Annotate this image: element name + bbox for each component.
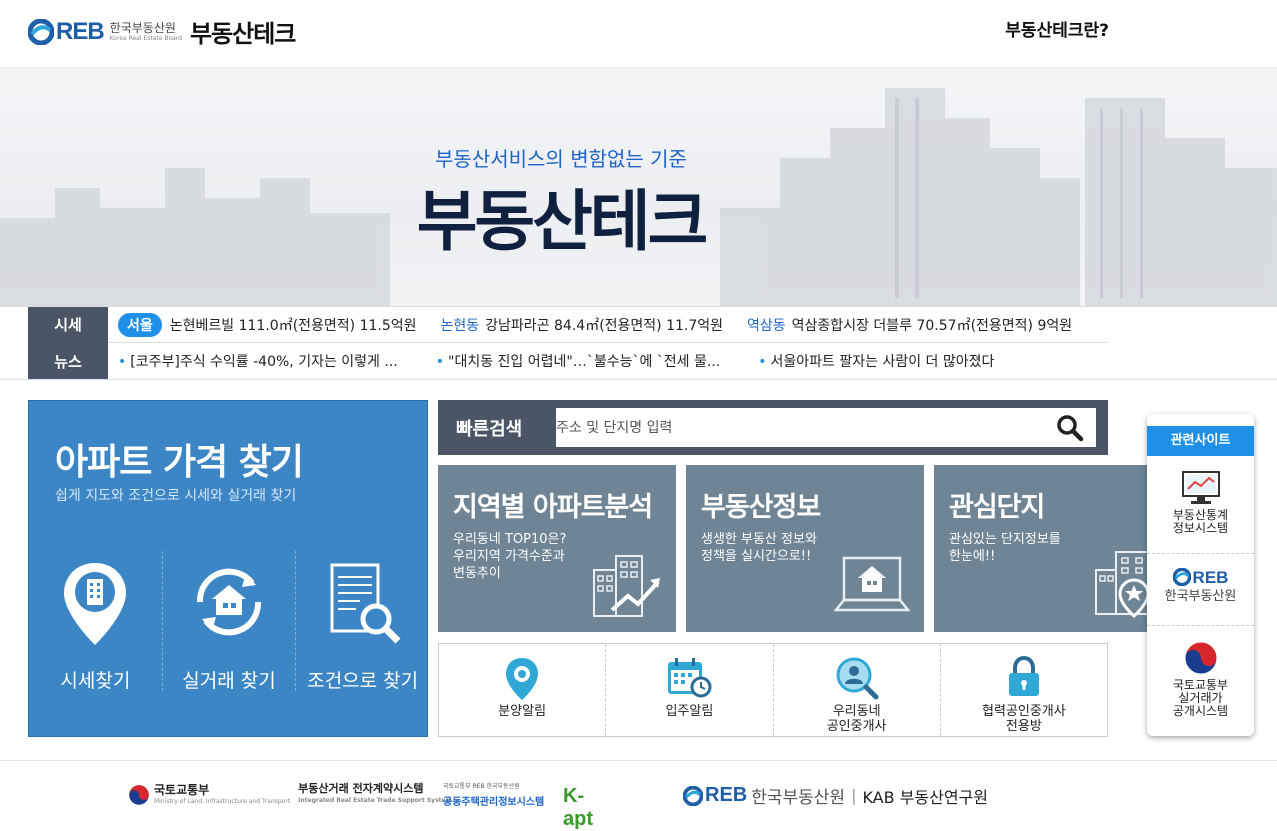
- related-site-label: 한국부동산원: [1164, 589, 1237, 604]
- monitor-chart-icon: [1181, 471, 1220, 504]
- interest-complex-card[interactable]: 관심단지 관심있는 단지정보를 한눈에!!: [934, 465, 1172, 632]
- card-title: 관심단지: [949, 492, 1045, 523]
- e-contract-name: 부동산거래 전자계약시스템: [298, 782, 424, 795]
- card-description: 생생한 부동산 정보와 정책을 실시간으로!!: [701, 532, 817, 564]
- calendar-clock-icon: [668, 658, 712, 698]
- real-estate-info-card[interactable]: 부동산정보 생생한 부동산 정보와 정책을 실시간으로!!: [686, 465, 924, 632]
- reb-logo-icon: [1172, 568, 1191, 586]
- footer-reb-text: REB: [705, 784, 748, 806]
- about-link[interactable]: 부동산테크란?: [1005, 16, 1109, 41]
- price-region: 역삼동: [747, 317, 786, 334]
- quick-search-input[interactable]: [556, 408, 1096, 447]
- location-pin-icon: [506, 658, 539, 700]
- site-header: REB 한국부동산원 Korea Real Estate Board 부동산테크…: [0, 0, 1277, 68]
- footer: 국토교통부 Ministry of Land, Infrastructure a…: [0, 760, 1277, 830]
- reb-logo-icon: [28, 18, 54, 45]
- lock-icon: [1008, 656, 1039, 696]
- local-agent-label: 우리동네 공인중개사: [826, 704, 887, 734]
- quick-search-bar: 빠른검색: [438, 400, 1108, 455]
- price-ticker: 시세 서울 논현베르빌 111.0㎡(전용면적) 11.5억원 논현동 강남파라…: [28, 306, 1108, 343]
- site-logo[interactable]: REB 한국부동산원 Korea Real Estate Board 부동산테크: [28, 14, 296, 49]
- hero-banner: 부동산서비스의 변함없는 기준 부동산테크: [0, 68, 1277, 306]
- apartment-price-panel: 아파트 가격 찾기 쉽게 지도와 조건으로 시세와 실거래 찾기 시세찾기 실거…: [28, 400, 428, 737]
- hero-title: 부동산테크: [416, 183, 709, 260]
- molit-name: 국토교통부: [154, 783, 210, 797]
- laptop-house-icon: [834, 556, 910, 612]
- refresh-house-icon: [196, 568, 262, 636]
- brand-name: 부동산테크: [189, 20, 296, 48]
- transaction-search-label: 실거래 찾기: [182, 670, 276, 692]
- apt-panel-title: 아파트 가격 찾기: [55, 442, 304, 483]
- quick-search-label: 빠른검색: [456, 419, 523, 440]
- logo-kor-text: 한국부동산원: [109, 20, 176, 35]
- search-icon[interactable]: [1056, 414, 1084, 442]
- person-search-icon: [836, 657, 879, 700]
- footer-separator: |: [851, 786, 857, 805]
- news-item[interactable]: 서울아파트 팔자는 사람이 더 많아졌다: [758, 351, 995, 371]
- region-pill-seoul[interactable]: 서울: [118, 312, 162, 337]
- regional-apt-analysis-card[interactable]: 지역별 아파트분석 우리동네 TOP10은? 우리지역 가격수준과 변동추이: [438, 465, 676, 632]
- price-region: 논현동: [440, 317, 480, 334]
- apt-search-options: 시세찾기 실거래 찾기 조건으로 찾기: [29, 551, 429, 692]
- news-item[interactable]: [코주부]주식 수익률 -40%, 기자는 이렇게 ...: [118, 351, 397, 371]
- related-sites-panel: 관련사이트 부동산통계 정보시스템 REB 한국부동산원 국토교통부 실거래가 …: [1147, 414, 1254, 736]
- kapt-system-name: 공동주택관리정보시스템: [443, 797, 545, 808]
- condition-search-label: 조건으로 찾기: [307, 670, 419, 692]
- news-ticker: 뉴스 [코주부]주식 수익률 -40%, 기자는 이렇게 ... "대치동 진입…: [28, 343, 1108, 379]
- taegeuk-emblem-icon: [1184, 641, 1217, 675]
- price-ticker-label: 시세: [28, 306, 108, 343]
- logo-org-name: 한국부동산원 Korea Real Estate Board: [110, 22, 182, 42]
- kapt-orgs: 국토교통부 REB 한국부동산원: [443, 783, 520, 790]
- apt-panel-subtitle: 쉽게 지도와 조건으로 시세와 실거래 찾기: [55, 488, 297, 504]
- presale-alert-label: 분양알림: [498, 704, 547, 719]
- footer-reb-kor: 한국부동산원: [751, 788, 846, 808]
- ticker-area: 시세 서울 논현베르빌 111.0㎡(전용면적) 11.5억원 논현동 강남파라…: [0, 306, 1277, 380]
- news-ticker-content: [코주부]주식 수익률 -40%, 기자는 이렇게 ... "대치동 진입 어렵…: [118, 351, 1032, 371]
- molit-eng: Ministry of Land, Infrastructure and Tra…: [154, 798, 291, 805]
- logo-eng-text: Korea Real Estate Board: [109, 34, 182, 42]
- price-search-button[interactable]: 시세찾기: [29, 551, 162, 692]
- reb-kab-link[interactable]: REB 한국부동산원 | KAB 부동산연구원: [683, 783, 988, 808]
- taegeuk-emblem-icon: [129, 785, 149, 805]
- related-site-label: 부동산통계 정보시스템: [1172, 508, 1229, 535]
- related-site-label: 국토교통부 실거래가 공개시스템: [1172, 678, 1229, 718]
- chart-building-icon: [593, 555, 660, 617]
- move-in-alert-label: 입주알림: [665, 704, 714, 719]
- card-title: 지역별 아파트분석: [453, 492, 653, 523]
- kapt-logo-text: K-apt: [563, 785, 593, 830]
- footer-kab-name: KAB 부동산연구원: [862, 787, 989, 807]
- card-description: 우리동네 TOP10은? 우리지역 가격수준과 변동추이: [453, 532, 567, 581]
- presale-alert-link[interactable]: 분양알림: [439, 644, 605, 736]
- condition-search-button[interactable]: 조건으로 찾기: [295, 551, 429, 692]
- partner-agent-room-label: 협력공인중개사 전용방: [982, 704, 1066, 734]
- service-links-row: 분양알림 입주알림 우리동네 공인중개사 협력공인중개사 전용방: [438, 643, 1108, 737]
- map-pin-building-icon: [64, 563, 127, 645]
- move-in-alert-link[interactable]: 입주알림: [605, 644, 772, 736]
- related-site-statistics[interactable]: 부동산통계 정보시스템: [1147, 464, 1254, 552]
- document-search-icon: [330, 563, 401, 644]
- related-site-molit[interactable]: 국토교통부 실거래가 공개시스템: [1147, 625, 1254, 736]
- local-agent-link[interactable]: 우리동네 공인중개사: [772, 644, 940, 736]
- reb-logo-text: REB: [1192, 567, 1229, 587]
- news-ticker-label: 뉴스: [28, 343, 108, 379]
- card-title: 부동산정보: [701, 492, 821, 523]
- e-contract-eng: Integrated Real Estate Trade Support Sys…: [298, 797, 452, 804]
- reb-logo-icon: [683, 785, 703, 806]
- logo-reb-text: REB: [56, 17, 105, 45]
- price-item[interactable]: 역삼종합시장 더블루 70.57㎡(전용면적) 9억원: [792, 315, 1072, 335]
- related-sites-header: 관련사이트: [1147, 426, 1254, 456]
- partner-agent-room-link[interactable]: 협력공인중개사 전용방: [939, 644, 1107, 736]
- price-item[interactable]: 강남파라곤 84.4㎡(전용면적) 11.7억원: [485, 315, 723, 335]
- price-ticker-content: 서울 논현베르빌 111.0㎡(전용면적) 11.5억원 논현동 강남파라곤 8…: [118, 312, 1096, 337]
- related-site-reb[interactable]: REB 한국부동산원: [1147, 553, 1254, 625]
- card-description: 관심있는 단지정보를 한눈에!!: [949, 532, 1061, 564]
- price-search-label: 시세찾기: [60, 670, 131, 692]
- kapt-link[interactable]: 국토교통부 REB 한국부동산원 공동주택관리정보시스템 K-apt: [443, 781, 593, 830]
- transaction-search-button[interactable]: 실거래 찾기: [161, 551, 296, 692]
- price-item[interactable]: 논현베르빌 111.0㎡(전용면적) 11.5억원: [170, 315, 417, 335]
- news-item[interactable]: "대치동 진입 어렵네"…`불수능`에 `전세 물...: [436, 351, 720, 371]
- e-contract-system-link[interactable]: 국토교통부 Ministry of Land, Infrastructure a…: [128, 783, 452, 807]
